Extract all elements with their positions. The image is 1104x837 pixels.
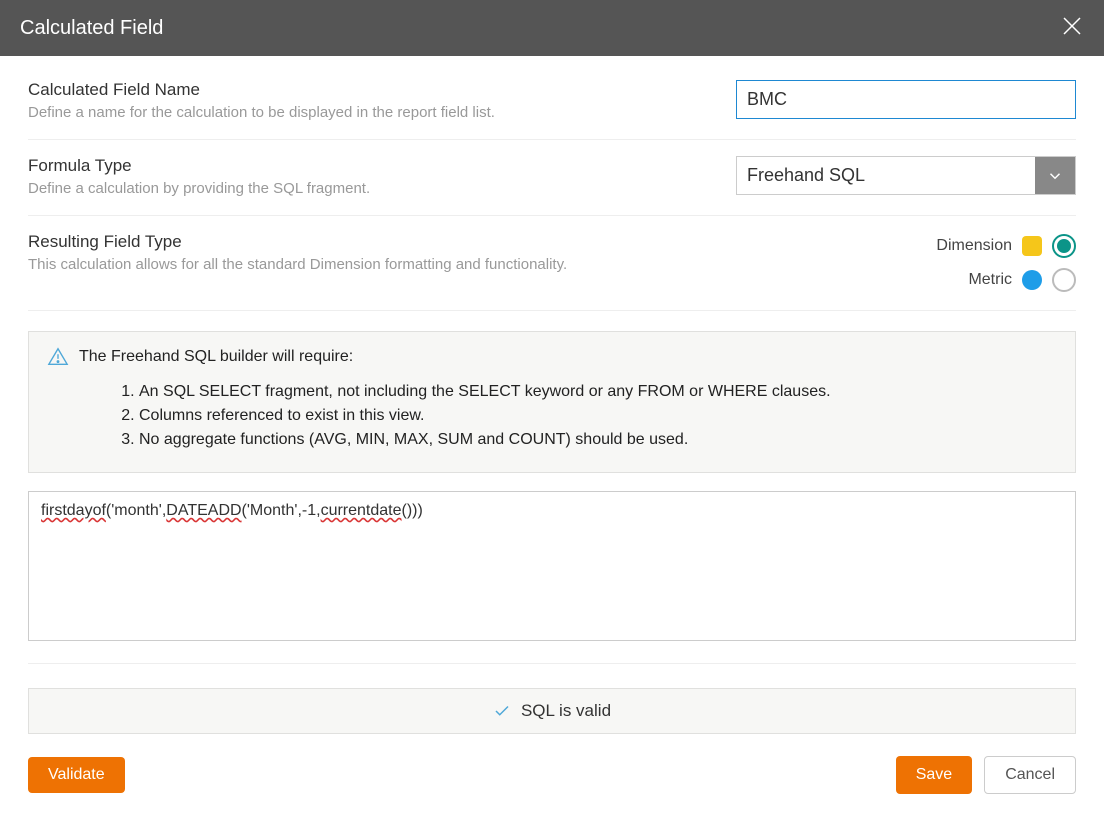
radio-label: Dimension xyxy=(936,237,1012,255)
close-icon[interactable] xyxy=(1060,14,1084,42)
row-field-name: Calculated Field Name Define a name for … xyxy=(28,76,1076,140)
row-formula-type: Formula Type Define a calculation by pro… xyxy=(28,140,1076,216)
sql-token: ())) xyxy=(402,502,423,519)
formula-type-label: Formula Type xyxy=(28,156,736,176)
freehand-sql-info: The Freehand SQL builder will require: A… xyxy=(28,331,1076,473)
warning-icon xyxy=(47,346,69,368)
save-button[interactable]: Save xyxy=(896,756,972,794)
result-type-radio-group: Dimension Metric xyxy=(936,232,1076,292)
sql-token: ('Month',-1, xyxy=(242,502,321,519)
sql-token: DATEADD xyxy=(166,502,241,519)
dialog-footer: Validate Save Cancel xyxy=(28,756,1076,794)
info-item: No aggregate functions (AVG, MIN, MAX, S… xyxy=(139,428,1057,452)
radio-indicator xyxy=(1052,234,1076,258)
result-type-label: Resulting Field Type xyxy=(28,232,936,252)
info-intro: The Freehand SQL builder will require: xyxy=(79,348,353,366)
sql-token: ('month', xyxy=(106,502,166,519)
formula-type-select[interactable]: Freehand SQL xyxy=(736,156,1076,195)
metric-swatch-icon xyxy=(1022,270,1042,290)
radio-option-metric[interactable]: Metric xyxy=(968,268,1076,292)
result-type-desc: This calculation allows for all the stan… xyxy=(28,256,936,273)
formula-type-value: Freehand SQL xyxy=(737,157,1035,194)
check-icon xyxy=(493,702,511,720)
dialog-header: Calculated Field xyxy=(0,0,1104,56)
dimension-swatch-icon xyxy=(1022,236,1042,256)
sql-status-bar: SQL is valid xyxy=(28,688,1076,734)
formula-type-desc: Define a calculation by providing the SQ… xyxy=(28,180,736,197)
sql-token: currentdate xyxy=(321,502,402,519)
field-name-label: Calculated Field Name xyxy=(28,80,736,100)
cancel-button[interactable]: Cancel xyxy=(984,756,1076,794)
field-name-desc: Define a name for the calculation to be … xyxy=(28,104,736,121)
info-item: Columns referenced to exist in this view… xyxy=(139,404,1057,428)
field-name-input[interactable] xyxy=(736,80,1076,119)
info-list: An SQL SELECT fragment, not including th… xyxy=(139,380,1057,452)
radio-option-dimension[interactable]: Dimension xyxy=(936,234,1076,258)
dialog-title: Calculated Field xyxy=(20,17,163,40)
validate-button[interactable]: Validate xyxy=(28,757,125,793)
chevron-down-icon xyxy=(1035,157,1075,194)
calculated-field-dialog: Calculated Field Calculated Field Name D… xyxy=(0,0,1104,837)
status-text: SQL is valid xyxy=(521,701,611,721)
sql-token: firstdayof xyxy=(41,502,106,519)
radio-label: Metric xyxy=(968,271,1012,289)
info-item: An SQL SELECT fragment, not including th… xyxy=(139,380,1057,404)
divider xyxy=(28,663,1076,664)
row-result-type: Resulting Field Type This calculation al… xyxy=(28,216,1076,311)
sql-editor[interactable]: firstdayof('month',DATEADD('Month',-1,cu… xyxy=(28,491,1076,641)
radio-indicator xyxy=(1052,268,1076,292)
